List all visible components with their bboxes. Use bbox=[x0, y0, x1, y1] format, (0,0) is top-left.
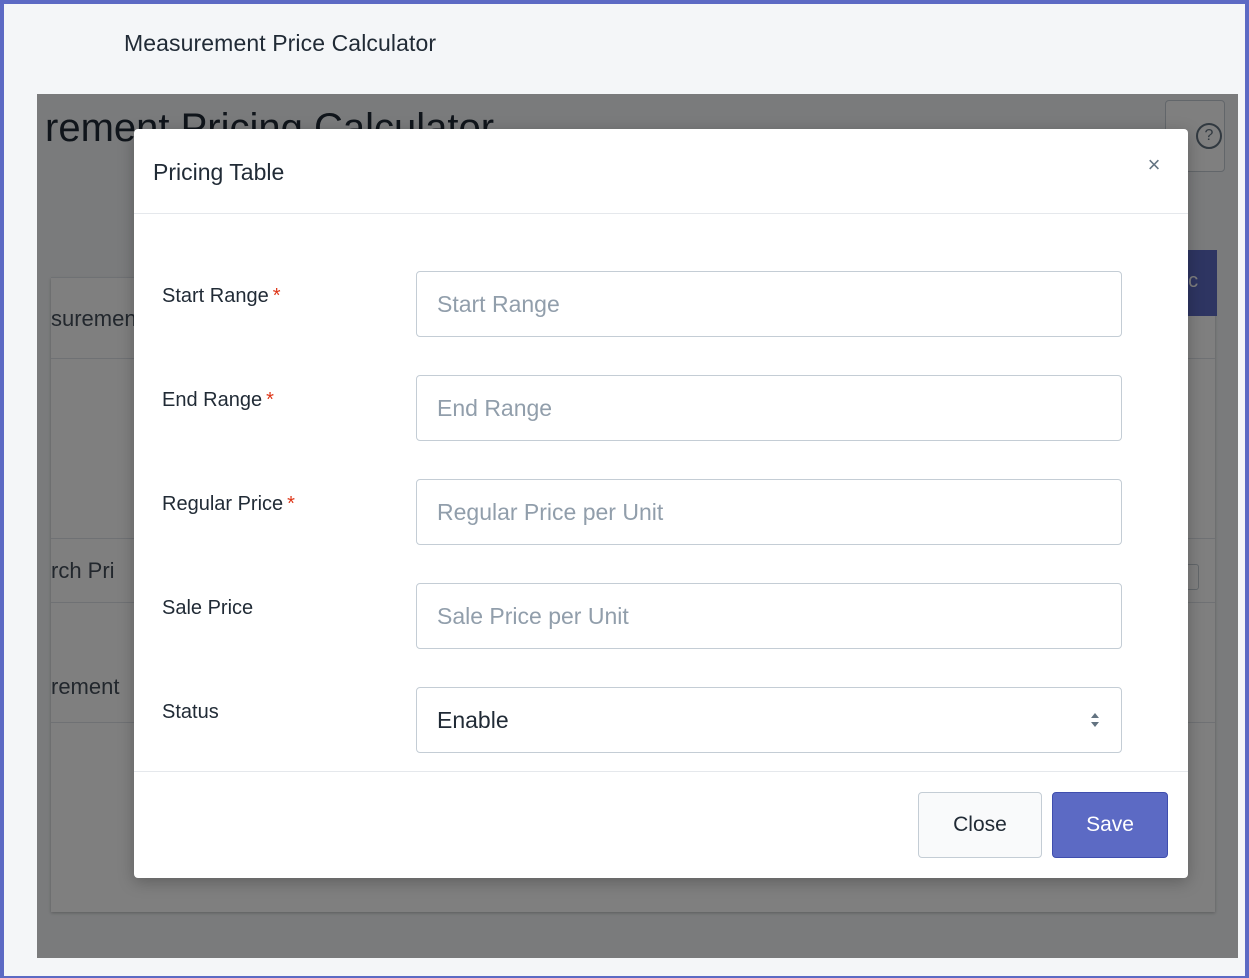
end-range-label: End Range * bbox=[162, 389, 274, 412]
status-row: Status Enable bbox=[134, 687, 1188, 753]
status-select[interactable]: Enable bbox=[416, 687, 1122, 753]
required-marker: * bbox=[272, 285, 281, 307]
sale-price-label: Sale Price bbox=[162, 597, 253, 620]
regular-price-input[interactable] bbox=[416, 479, 1122, 545]
save-button[interactable]: Save bbox=[1052, 792, 1168, 858]
start-range-label: Start Range * bbox=[162, 285, 281, 308]
app-title: Measurement Price Calculator bbox=[124, 30, 437, 56]
modal-header: Pricing Table × bbox=[134, 129, 1188, 214]
close-button[interactable]: Close bbox=[918, 792, 1042, 858]
regular-price-row: Regular Price * bbox=[134, 479, 1188, 545]
end-range-input[interactable] bbox=[416, 375, 1122, 441]
sale-price-label-text: Sale Price bbox=[162, 597, 254, 619]
end-range-row: End Range * bbox=[134, 375, 1188, 441]
start-range-input[interactable] bbox=[416, 271, 1122, 337]
close-icon[interactable]: × bbox=[1142, 153, 1166, 177]
modal-footer: Close Save bbox=[134, 771, 1188, 878]
regular-price-label-text: Regular Price bbox=[162, 493, 284, 515]
start-range-row: Start Range * bbox=[134, 271, 1188, 337]
modal-title: Pricing Table bbox=[153, 159, 285, 185]
end-range-label-text: End Range bbox=[162, 389, 263, 411]
status-label: Status bbox=[162, 701, 219, 723]
regular-price-label: Regular Price * bbox=[162, 493, 295, 516]
required-marker: * bbox=[287, 493, 295, 515]
sale-price-input[interactable] bbox=[416, 583, 1122, 649]
start-range-label-text: Start Range bbox=[162, 285, 269, 307]
pricing-table-modal: Pricing Table × Start Range* End Range* … bbox=[134, 129, 1188, 878]
status-selected-value: Enable bbox=[437, 707, 509, 733]
required-marker: * bbox=[266, 389, 274, 411]
sale-price-row: Sale Price bbox=[134, 583, 1188, 649]
chevron-updown-icon bbox=[1091, 713, 1099, 727]
